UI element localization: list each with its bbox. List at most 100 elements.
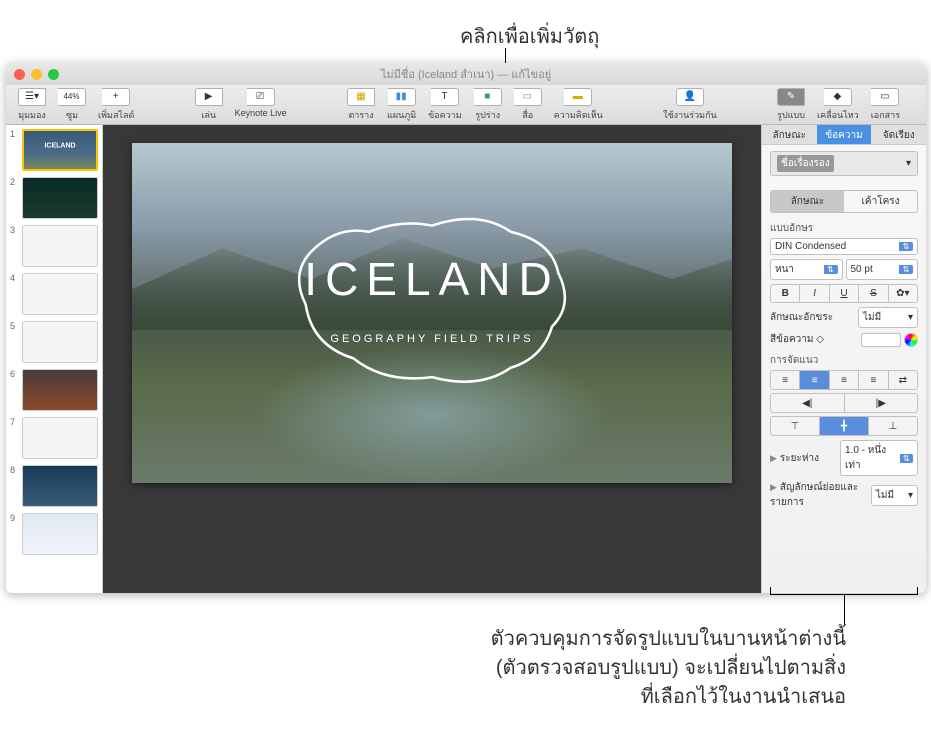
chevron-updown-icon: ⇅ bbox=[900, 454, 913, 463]
media-icon: ▭ bbox=[514, 88, 542, 106]
shape-icon: ■ bbox=[474, 88, 502, 106]
slide-thumb-4[interactable]: 4 bbox=[10, 273, 98, 315]
align-justify-button[interactable]: ≡ bbox=[859, 371, 888, 389]
tab-style[interactable]: ลักษณะ bbox=[762, 125, 817, 145]
font-size-stepper[interactable]: 50 pt⇅ bbox=[846, 259, 919, 280]
disclosure-triangle-icon[interactable]: ▶ bbox=[770, 453, 777, 463]
minimize-button[interactable] bbox=[31, 69, 42, 80]
bold-button[interactable]: B bbox=[771, 285, 800, 302]
disclosure-triangle-icon[interactable]: ▶ bbox=[770, 482, 777, 492]
tab-arrange[interactable]: จัดเรียง bbox=[871, 125, 926, 145]
char-style-select[interactable]: ไม่มี▾ bbox=[858, 307, 918, 328]
slide-canvas[interactable]: ICELAND GEOGRAPHY FIELD TRIPS bbox=[103, 125, 761, 593]
indent-button[interactable]: |▶ bbox=[845, 394, 918, 412]
document-inspector-button[interactable]: ▭ เอกสาร bbox=[865, 88, 906, 122]
valign-top-button[interactable]: ⊤ bbox=[771, 417, 820, 435]
align-center-button[interactable]: ≡ bbox=[800, 371, 829, 389]
slide-navigator[interactable]: 1 2 3 4 5 6 7 8 9 bbox=[6, 125, 103, 593]
callout-line-top bbox=[505, 48, 506, 63]
align-left-button[interactable]: ≡ bbox=[771, 371, 800, 389]
subtab-layout[interactable]: เค้าโครง bbox=[844, 191, 917, 212]
window-title: ไม่มีชื่อ (Iceland สำเนา) — แก้ไขอยู่ bbox=[381, 65, 551, 83]
valign-middle-button[interactable]: ╋ bbox=[820, 417, 869, 435]
chart-icon: ▮▮ bbox=[388, 88, 416, 106]
zoom-button[interactable] bbox=[48, 69, 59, 80]
align-natural-button[interactable]: ⇄ bbox=[889, 371, 917, 389]
slide-thumb-5[interactable]: 5 bbox=[10, 321, 98, 363]
tab-text[interactable]: ข้อความ bbox=[817, 125, 872, 145]
underline-button[interactable]: U bbox=[830, 285, 859, 302]
traffic-lights bbox=[14, 69, 59, 80]
text-subtabs: ลักษณะ เค้าโครง bbox=[770, 190, 918, 213]
zoom-menu-button[interactable]: 44% ซูม bbox=[52, 88, 92, 122]
text-button[interactable]: T ข้อความ bbox=[422, 88, 468, 122]
callout-bracket bbox=[770, 587, 918, 595]
collaborate-button[interactable]: 👤 ใช้งานร่วมกัน bbox=[657, 88, 723, 122]
slide-thumb-2[interactable]: 2 bbox=[10, 177, 98, 219]
char-style-label: ลักษณะอักขระ bbox=[770, 310, 833, 325]
spacing-label: ระยะห่าง bbox=[780, 453, 819, 464]
format-inspector-button[interactable]: ✎ รูปแบบ bbox=[771, 88, 811, 122]
toolbar: ☰▾ มุมมอง 44% ซูม + เพิ่มสไลด์ ▶ เล่น ⎚ … bbox=[6, 85, 926, 125]
text-icon: T bbox=[431, 88, 459, 106]
slide-title[interactable]: ICELAND bbox=[304, 252, 559, 306]
slide-thumb-6[interactable]: 6 bbox=[10, 369, 98, 411]
color-wheel-icon[interactable] bbox=[904, 333, 918, 347]
slide-thumb-7[interactable]: 7 bbox=[10, 417, 98, 459]
strike-button[interactable]: S bbox=[859, 285, 888, 302]
app-window: ไม่มีชื่อ (Iceland สำเนา) — แก้ไขอยู่ ☰▾… bbox=[6, 63, 926, 593]
outdent-button[interactable]: ◀| bbox=[771, 394, 845, 412]
collaborate-icon: 👤 bbox=[676, 88, 704, 106]
stepper-icon: ⇅ bbox=[899, 265, 913, 274]
format-inspector: ลักษณะ ข้อความ จัดเรียง ชื่อเรื่องรอง ▾ … bbox=[761, 125, 926, 593]
callout-line-bottom bbox=[844, 595, 845, 625]
text-color-label: สีข้อความ ◇ bbox=[770, 332, 824, 347]
italic-button[interactable]: I bbox=[800, 285, 829, 302]
paragraph-style-popup[interactable]: ชื่อเรื่องรอง ▾ bbox=[770, 151, 918, 176]
slide-subtitle[interactable]: GEOGRAPHY FIELD TRIPS bbox=[330, 333, 533, 345]
zoom-icon: 44% bbox=[58, 88, 86, 106]
animate-inspector-button[interactable]: ◆ เคลื่อนไหว bbox=[811, 88, 865, 122]
comment-button[interactable]: ▬ ความคิดเห็น bbox=[548, 88, 609, 122]
subtab-style[interactable]: ลักษณะ bbox=[771, 191, 844, 212]
slide-thumb-3[interactable]: 3 bbox=[10, 225, 98, 267]
font-style-select[interactable]: หนา⇅ bbox=[770, 259, 843, 280]
main-content: 1 2 3 4 5 6 7 8 9 ICELAND GEOGRAPHY FIEL… bbox=[6, 125, 926, 593]
slide-thumb-9[interactable]: 9 bbox=[10, 513, 98, 555]
view-button[interactable]: ☰▾ มุมมอง bbox=[12, 88, 52, 122]
advanced-button[interactable]: ✿▾ bbox=[889, 285, 917, 302]
bullets-label: สัญลักษณ์ย่อยและรายการ bbox=[770, 482, 858, 508]
valign-bottom-button[interactable]: ⊥ bbox=[869, 417, 917, 435]
spacing-select[interactable]: 1.0 - หนึ่งเท่า⇅ bbox=[840, 440, 918, 476]
slide-thumb-8[interactable]: 8 bbox=[10, 465, 98, 507]
keynote-live-icon: ⎚ bbox=[247, 88, 275, 106]
media-button[interactable]: ▭ สื่อ bbox=[508, 88, 548, 122]
chevron-updown-icon: ⇅ bbox=[899, 242, 913, 251]
view-icon: ☰▾ bbox=[18, 88, 46, 106]
shape-button[interactable]: ■ รูปร่าง bbox=[468, 88, 508, 122]
font-label: แบบอักษร bbox=[770, 221, 918, 236]
keynote-live-button[interactable]: ⎚ Keynote Live bbox=[229, 88, 293, 122]
document-icon: ▭ bbox=[871, 88, 899, 106]
play-icon: ▶ bbox=[195, 88, 223, 106]
callout-bottom: ตัวควบคุมการจัดรูปแบบในบานหน้าต่างนี้ (ต… bbox=[476, 625, 846, 712]
titlebar: ไม่มีชื่อ (Iceland สำเนา) — แก้ไขอยู่ bbox=[6, 63, 926, 85]
play-button[interactable]: ▶ เล่น bbox=[189, 88, 229, 122]
close-button[interactable] bbox=[14, 69, 25, 80]
gear-icon: ✿ bbox=[896, 288, 904, 299]
align-right-button[interactable]: ≡ bbox=[830, 371, 859, 389]
comment-icon: ▬ bbox=[564, 88, 592, 106]
slide-thumb-1[interactable]: 1 bbox=[10, 129, 98, 171]
alignment-label: การจัดแนว bbox=[770, 353, 918, 368]
table-button[interactable]: ▦ ตาราง bbox=[341, 88, 381, 122]
color-well[interactable] bbox=[861, 333, 901, 347]
chart-button[interactable]: ▮▮ แผนภูมิ bbox=[381, 88, 422, 122]
chevron-down-icon: ▾ bbox=[908, 312, 913, 323]
plus-icon: + bbox=[102, 88, 130, 106]
chevron-down-icon: ▾ bbox=[908, 490, 913, 501]
font-family-select[interactable]: DIN Condensed⇅ bbox=[770, 238, 918, 255]
slide[interactable]: ICELAND GEOGRAPHY FIELD TRIPS bbox=[132, 143, 732, 483]
add-slide-button[interactable]: + เพิ่มสไลด์ bbox=[92, 88, 140, 122]
chevron-updown-icon: ⇅ bbox=[824, 265, 838, 274]
bullets-select[interactable]: ไม่มี▾ bbox=[871, 485, 918, 506]
